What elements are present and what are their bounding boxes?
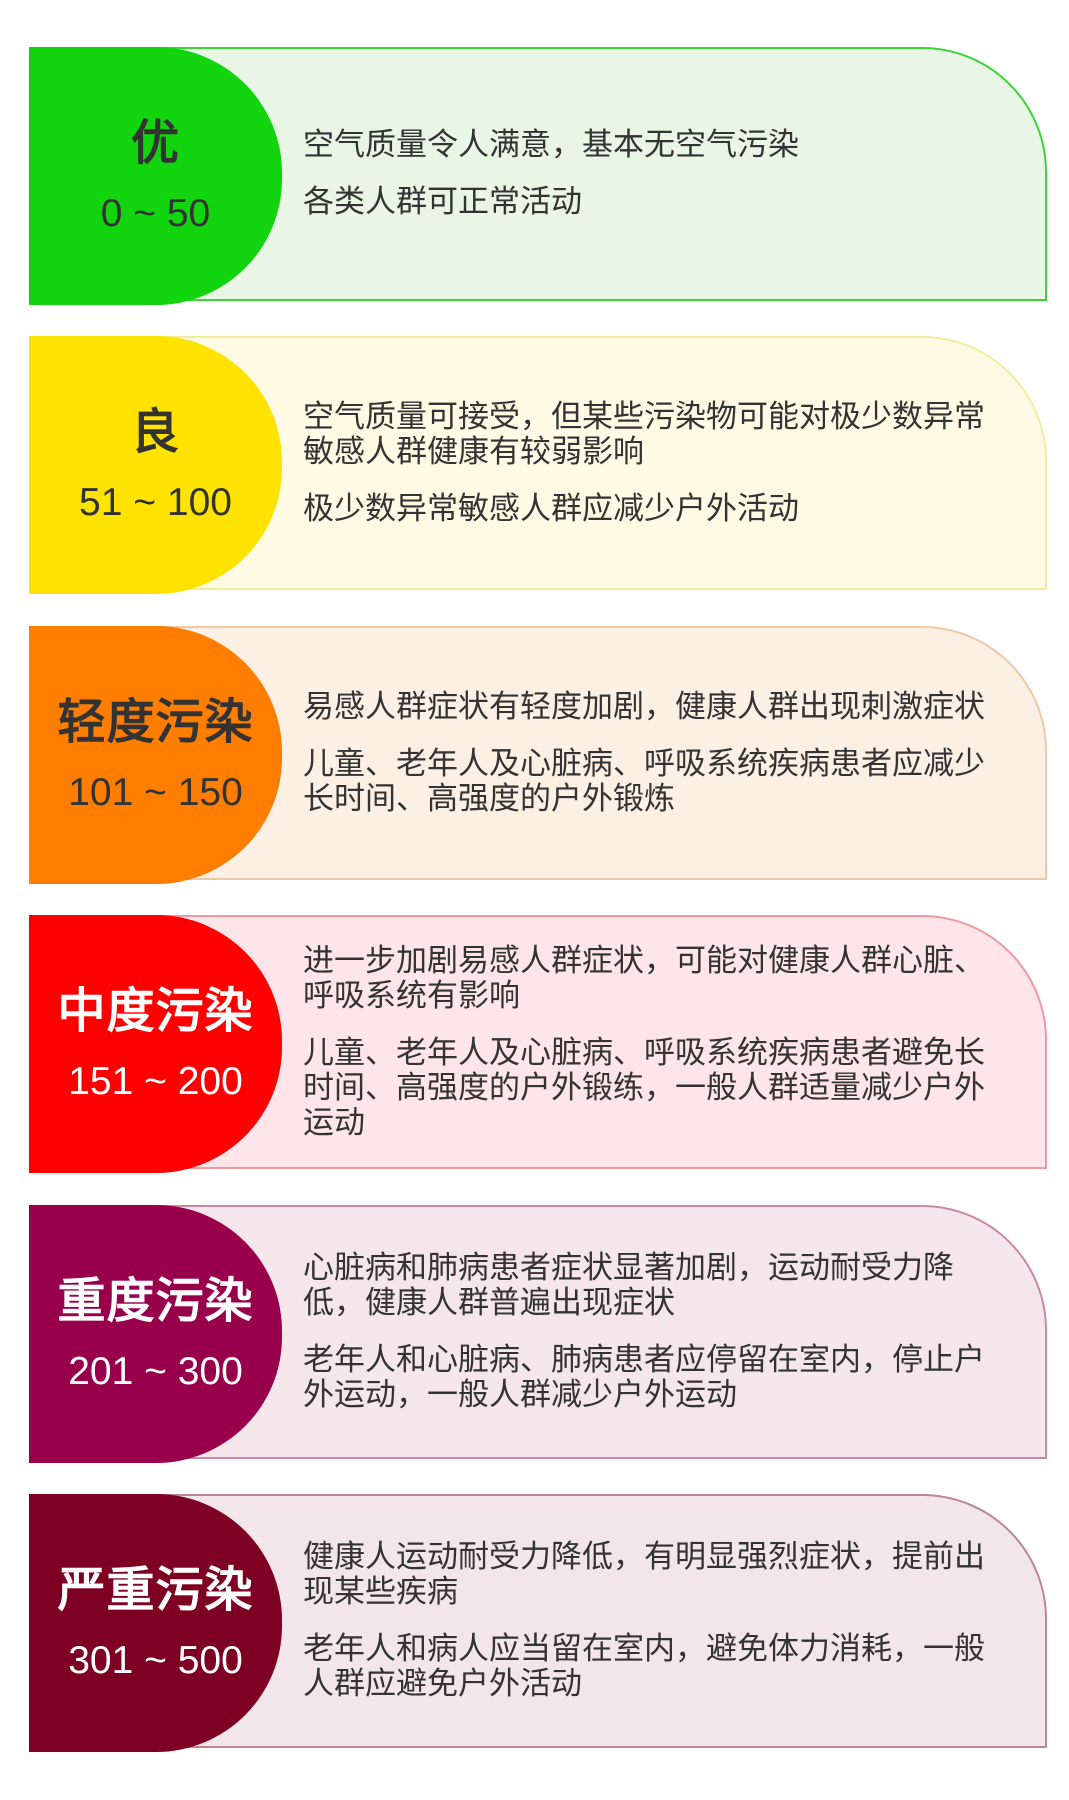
- advice-text: 各类人群可正常活动: [303, 184, 582, 220]
- aqi-level-list: 优 0 ~ 50 空气质量令人满意，基本无空气污染 各类人群可正常活动 良 51…: [0, 0, 1069, 1800]
- aqi-level-badge: 轻度污染 101 ~ 150: [29, 626, 282, 884]
- aqi-range: 101 ~ 150: [68, 771, 243, 814]
- health-effect-text: 空气质量令人满意，基本无空气污染: [303, 127, 799, 163]
- aqi-level-name: 优: [130, 115, 180, 171]
- aqi-card-good: 良 51 ~ 100 空气质量可接受，但某些污染物可能对极少数异常敏感人群健康有…: [29, 336, 1047, 594]
- aqi-range: 0 ~ 50: [100, 192, 211, 235]
- aqi-card-moderate-pollution: 中度污染 151 ~ 200 进一步加剧易感人群症状，可能对健康人群心脏、呼吸系…: [29, 915, 1047, 1173]
- aqi-card-severe-pollution: 严重污染 301 ~ 500 健康人运动耐受力降低，有明显强烈症状，提前出现某些…: [29, 1494, 1047, 1752]
- health-effect-text: 健康人运动耐受力降低，有明显强烈症状，提前出现某些疾病: [303, 1539, 985, 1610]
- advice-text: 儿童、老年人及心脏病、呼吸系统疾病患者应减少长时间、高强度的户外锻炼: [303, 745, 985, 817]
- advice-text: 极少数异常敏感人群应减少户外活动: [303, 490, 799, 527]
- health-effect-text: 心脏病和肺病患者症状显著加剧，运动耐受力降低，健康人群普遍出现症状: [303, 1250, 954, 1321]
- aqi-level-name: 良: [130, 404, 180, 460]
- health-effect-text: 易感人群症状有轻度加剧，健康人群出现刺激症状: [303, 688, 985, 725]
- aqi-range: 201 ~ 300: [68, 1350, 243, 1393]
- health-effect-text: 进一步加剧易感人群症状，可能对健康人群心脏、呼吸系统有影响: [303, 942, 985, 1014]
- aqi-level-badge: 良 51 ~ 100: [29, 336, 282, 594]
- aqi-level-badge: 优 0 ~ 50: [29, 47, 282, 305]
- advice-text: 儿童、老年人及心脏病、呼吸系统疾病患者避免长时间、高强度的户外锻练，一般人群适量…: [303, 1034, 985, 1141]
- advice-text: 老年人和心脏病、肺病患者应停留在室内，停止户外运动，一般人群减少户外运动: [303, 1342, 985, 1413]
- advice-text: 老年人和病人应当留在室内，避免体力消耗，一般人群应避免户外活动: [303, 1631, 985, 1702]
- aqi-range: 301 ~ 500: [68, 1639, 243, 1682]
- aqi-description: 心脏病和肺病患者症状显著加剧，运动耐受力降低，健康人群普遍出现症状 老年人和心脏…: [303, 1207, 1001, 1457]
- aqi-card-excellent: 优 0 ~ 50 空气质量令人满意，基本无空气污染 各类人群可正常活动: [29, 47, 1047, 305]
- aqi-level-badge: 中度污染 151 ~ 200: [29, 915, 282, 1173]
- aqi-level-name: 轻度污染: [57, 694, 254, 750]
- aqi-level-badge: 严重污染 301 ~ 500: [29, 1494, 282, 1752]
- health-effect-text: 空气质量可接受，但某些污染物可能对极少数异常敏感人群健康有较弱影响: [303, 398, 985, 470]
- aqi-description: 进一步加剧易感人群症状，可能对健康人群心脏、呼吸系统有影响 儿童、老年人及心脏病…: [303, 917, 1001, 1167]
- aqi-description: 空气质量令人满意，基本无空气污染 各类人群可正常活动: [303, 49, 1001, 299]
- aqi-description: 健康人运动耐受力降低，有明显强烈症状，提前出现某些疾病 老年人和病人应当留在室内…: [303, 1496, 1001, 1746]
- aqi-card-heavy-pollution: 重度污染 201 ~ 300 心脏病和肺病患者症状显著加剧，运动耐受力降低，健康…: [29, 1205, 1047, 1463]
- aqi-level-name: 重度污染: [57, 1273, 254, 1329]
- aqi-level-name: 中度污染: [57, 983, 254, 1039]
- aqi-description: 空气质量可接受，但某些污染物可能对极少数异常敏感人群健康有较弱影响 极少数异常敏…: [303, 338, 1001, 588]
- aqi-range: 51 ~ 100: [79, 481, 232, 524]
- aqi-range: 151 ~ 200: [68, 1060, 243, 1103]
- aqi-card-light-pollution: 轻度污染 101 ~ 150 易感人群症状有轻度加剧，健康人群出现刺激症状 儿童…: [29, 626, 1047, 884]
- aqi-level-name: 严重污染: [57, 1562, 254, 1618]
- aqi-description: 易感人群症状有轻度加剧，健康人群出现刺激症状 儿童、老年人及心脏病、呼吸系统疾病…: [303, 628, 1001, 878]
- aqi-level-badge: 重度污染 201 ~ 300: [29, 1205, 282, 1463]
